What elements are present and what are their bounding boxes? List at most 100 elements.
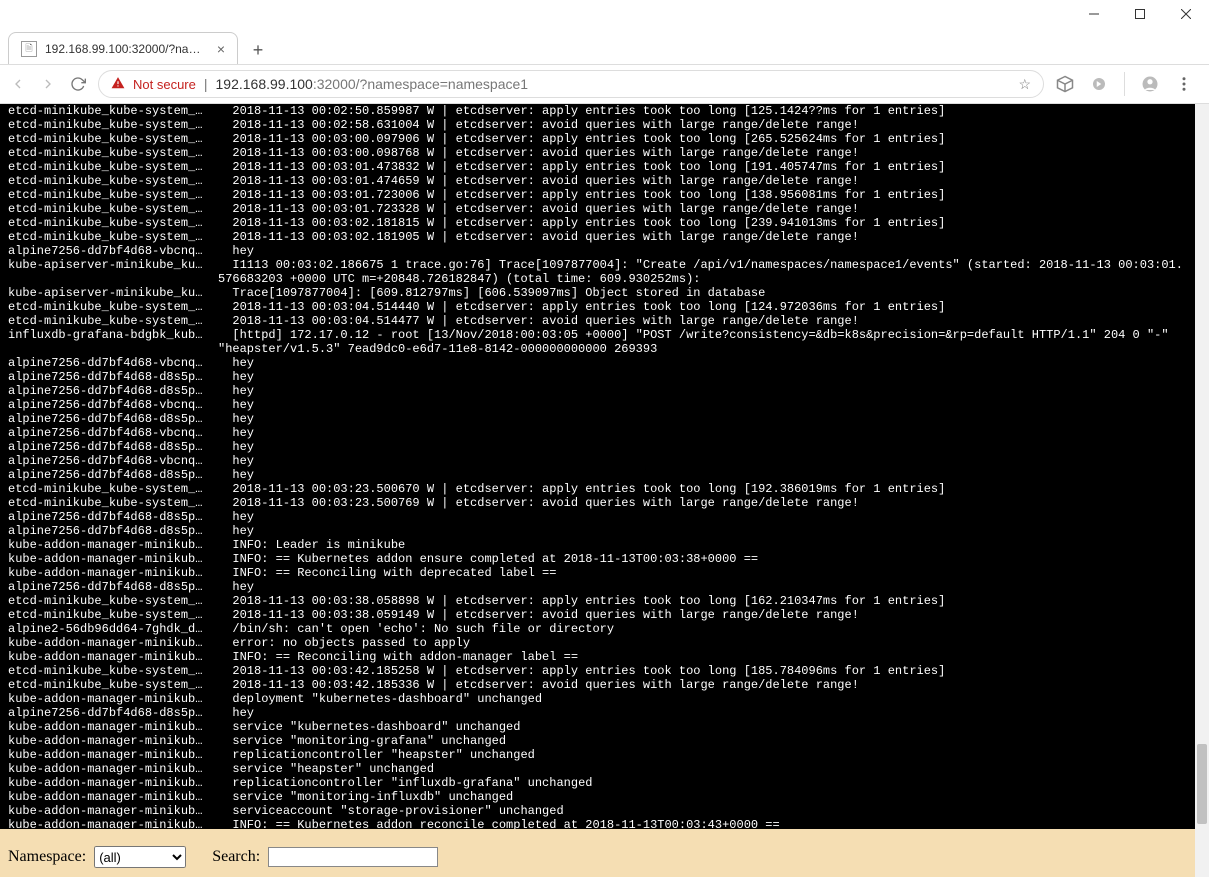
- log-message: 2018-11-13 00:03:01.723006 W | etcdserve…: [218, 188, 945, 202]
- log-line: alpine7256-dd7bf4d68-vbcnq… hey: [8, 398, 1189, 412]
- browser-menu-icon[interactable]: [1175, 75, 1193, 93]
- log-message: 2018-11-13 00:03:38.058898 W | etcdserve…: [218, 594, 945, 608]
- log-message: 2018-11-13 00:03:23.500769 W | etcdserve…: [218, 496, 859, 510]
- tab-title: 192.168.99.100:32000/?namespa: [45, 42, 209, 56]
- log-line: etcd-minikube_kube-system_… 2018-11-13 0…: [8, 146, 1189, 160]
- log-message: service "monitoring-influxdb" unchanged: [218, 790, 513, 804]
- not-secure-label: Not secure: [133, 77, 196, 92]
- log-source: alpine7256-dd7bf4d68-vbcnq…: [8, 398, 218, 412]
- scrollbar-thumb[interactable]: [1197, 744, 1207, 824]
- log-line: kube-addon-manager-minikub… serviceaccou…: [8, 804, 1189, 818]
- log-terminal[interactable]: etcd-minikube_kube-system_… 2018-11-13 0…: [0, 104, 1195, 829]
- log-message: hey: [218, 244, 254, 258]
- log-source: alpine7256-dd7bf4d68-vbcnq…: [8, 454, 218, 468]
- log-message: service "monitoring-grafana" unchanged: [218, 734, 506, 748]
- log-message: 2018-11-13 00:03:42.185258 W | etcdserve…: [218, 664, 945, 678]
- address-bar[interactable]: Not secure | 192.168.99.100:32000/?names…: [98, 70, 1044, 98]
- log-message: 2018-11-13 00:03:04.514440 W | etcdserve…: [218, 300, 945, 314]
- log-message: hey: [218, 706, 254, 720]
- window-close-button[interactable]: [1163, 0, 1209, 28]
- log-source: etcd-minikube_kube-system_…: [8, 104, 218, 118]
- log-source: etcd-minikube_kube-system_…: [8, 594, 218, 608]
- log-line: influxdb-grafana-bdgbk_kub… [httpd] 172.…: [8, 328, 1189, 356]
- log-source: alpine7256-dd7bf4d68-d8s5p…: [8, 468, 218, 482]
- log-message: hey: [218, 454, 254, 468]
- log-source: alpine7256-dd7bf4d68-d8s5p…: [8, 580, 218, 594]
- url-port: :32000: [313, 76, 356, 92]
- log-line: etcd-minikube_kube-system_… 2018-11-13 0…: [8, 496, 1189, 510]
- log-line: alpine7256-dd7bf4d68-d8s5p… hey: [8, 370, 1189, 384]
- log-line: alpine7256-dd7bf4d68-vbcnq… hey: [8, 426, 1189, 440]
- extension-circle-icon[interactable]: [1090, 75, 1108, 93]
- extension-cube-icon[interactable]: [1056, 75, 1074, 93]
- log-line: alpine7256-dd7bf4d68-d8s5p… hey: [8, 706, 1189, 720]
- log-line: alpine7256-dd7bf4d68-vbcnq… hey: [8, 244, 1189, 258]
- log-message: hey: [218, 370, 254, 384]
- log-message: /bin/sh: can't open 'echo': No such file…: [218, 622, 614, 636]
- page-favicon-icon: 🗎: [21, 41, 37, 57]
- browser-tab[interactable]: 🗎 192.168.99.100:32000/?namespa ×: [8, 32, 238, 64]
- log-source: etcd-minikube_kube-system_…: [8, 118, 218, 132]
- log-line: kube-addon-manager-minikub… INFO: Leader…: [8, 538, 1189, 552]
- log-source: alpine7256-dd7bf4d68-vbcnq…: [8, 356, 218, 370]
- new-tab-button[interactable]: +: [244, 36, 272, 64]
- log-source: etcd-minikube_kube-system_…: [8, 216, 218, 230]
- log-message: hey: [218, 384, 254, 398]
- log-message: 2018-11-13 00:03:01.473832 W | etcdserve…: [218, 160, 945, 174]
- log-source: kube-addon-manager-minikub…: [8, 790, 218, 804]
- log-message: service "heapster" unchanged: [218, 762, 434, 776]
- log-message: replicationcontroller "heapster" unchang…: [218, 748, 535, 762]
- namespace-select[interactable]: (all): [94, 846, 186, 868]
- log-line: kube-addon-manager-minikub… service "kub…: [8, 720, 1189, 734]
- log-source: etcd-minikube_kube-system_…: [8, 664, 218, 678]
- log-line: etcd-minikube_kube-system_… 2018-11-13 0…: [8, 160, 1189, 174]
- search-input[interactable]: [268, 847, 438, 867]
- log-message: 2018-11-13 00:03:38.059149 W | etcdserve…: [218, 608, 859, 622]
- log-line: etcd-minikube_kube-system_… 2018-11-13 0…: [8, 594, 1189, 608]
- log-message: 2018-11-13 00:03:01.474659 W | etcdserve…: [218, 174, 859, 188]
- log-source: kube-addon-manager-minikub…: [8, 552, 218, 566]
- log-line: alpine7256-dd7bf4d68-vbcnq… hey: [8, 454, 1189, 468]
- url-host: 192.168.99.100: [216, 76, 313, 92]
- log-source: alpine7256-dd7bf4d68-d8s5p…: [8, 706, 218, 720]
- bookmark-star-icon[interactable]: ☆: [1018, 76, 1031, 93]
- log-line: kube-addon-manager-minikub… INFO: == Kub…: [8, 818, 1189, 829]
- log-source: kube-addon-manager-minikub…: [8, 720, 218, 734]
- log-message: error: no objects passed to apply: [218, 636, 470, 650]
- log-line: kube-addon-manager-minikub… INFO: == Rec…: [8, 650, 1189, 664]
- window-minimize-button[interactable]: [1071, 0, 1117, 28]
- log-source: etcd-minikube_kube-system_…: [8, 300, 218, 314]
- namespace-label: Namespace:: [8, 848, 86, 866]
- log-source: kube-apiserver-minikube_ku…: [8, 258, 218, 286]
- profile-avatar-icon[interactable]: [1141, 75, 1159, 93]
- log-source: kube-addon-manager-minikub…: [8, 692, 218, 706]
- log-source: etcd-minikube_kube-system_…: [8, 160, 218, 174]
- vertical-scrollbar[interactable]: [1195, 104, 1209, 877]
- log-line: kube-addon-manager-minikub… INFO: == Kub…: [8, 552, 1189, 566]
- log-message: Trace[1097877004]: [609.812797ms] [606.5…: [218, 286, 765, 300]
- log-line: kube-apiserver-minikube_ku… Trace[109787…: [8, 286, 1189, 300]
- log-line: etcd-minikube_kube-system_… 2018-11-13 0…: [8, 678, 1189, 692]
- log-message: replicationcontroller "influxdb-grafana"…: [218, 776, 592, 790]
- log-message: INFO: == Kubernetes addon reconcile comp…: [218, 818, 780, 829]
- log-source: etcd-minikube_kube-system_…: [8, 174, 218, 188]
- page-viewport: etcd-minikube_kube-system_… 2018-11-13 0…: [0, 104, 1209, 877]
- log-message: hey: [218, 356, 254, 370]
- log-line: kube-addon-manager-minikub… service "mon…: [8, 734, 1189, 748]
- log-message: hey: [218, 510, 254, 524]
- log-message: 2018-11-13 00:03:02.181905 W | etcdserve…: [218, 230, 859, 244]
- log-source: alpine7256-dd7bf4d68-d8s5p…: [8, 384, 218, 398]
- log-source: etcd-minikube_kube-system_…: [8, 188, 218, 202]
- window-maximize-button[interactable]: [1117, 0, 1163, 28]
- log-source: kube-addon-manager-minikub…: [8, 748, 218, 762]
- log-message: I1113 00:03:02.186675 1 trace.go:76] Tra…: [218, 258, 1189, 286]
- log-line: etcd-minikube_kube-system_… 2018-11-13 0…: [8, 118, 1189, 132]
- log-source: alpine7256-dd7bf4d68-d8s5p…: [8, 412, 218, 426]
- log-line: etcd-minikube_kube-system_… 2018-11-13 0…: [8, 132, 1189, 146]
- back-button[interactable]: [10, 76, 26, 92]
- reload-button[interactable]: [70, 76, 86, 92]
- tab-close-icon[interactable]: ×: [217, 41, 225, 57]
- filter-bar: Namespace: (all) Search:: [0, 829, 1195, 877]
- forward-button[interactable]: [40, 76, 56, 92]
- log-line: kube-addon-manager-minikub… service "hea…: [8, 762, 1189, 776]
